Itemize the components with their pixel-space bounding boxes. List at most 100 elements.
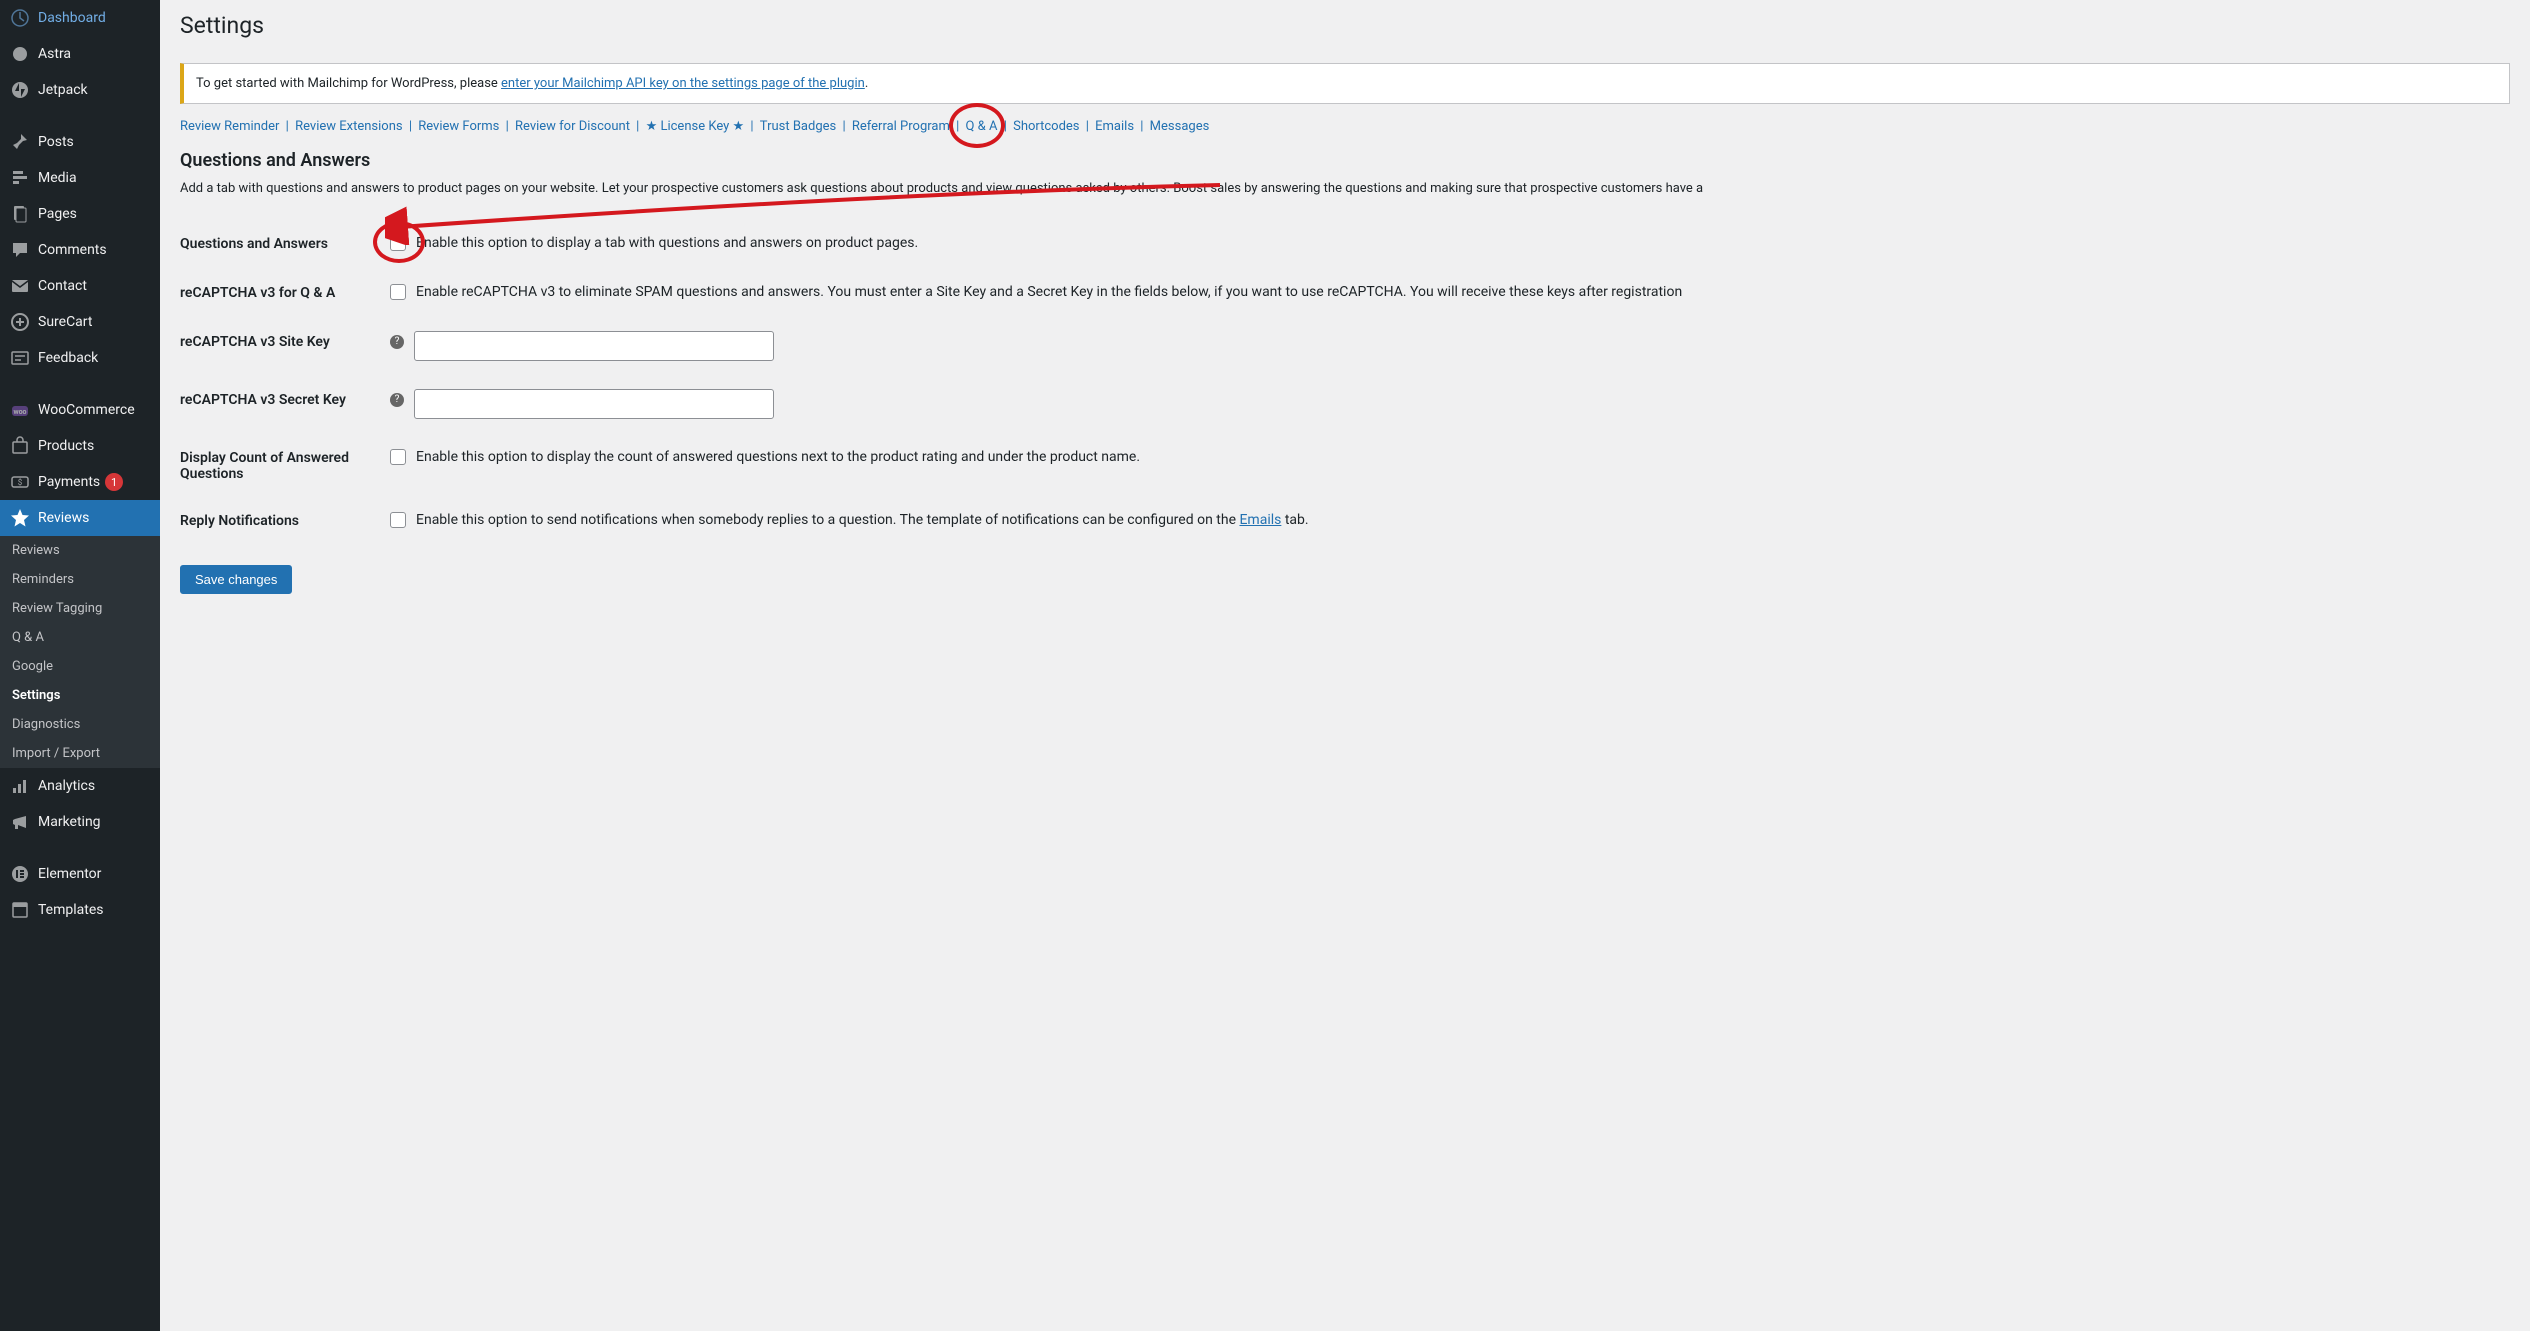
main-content: Settings To get started with Mailchimp f… [160,0,2530,1331]
row-recaptcha-site-key: reCAPTCHA v3 Site Key ? [180,317,2510,375]
sidebar-item-label: SureCart [38,314,92,330]
submenu-item-diagnostics[interactable]: Diagnostics [0,710,160,739]
section-description: Add a tab with questions and answers to … [180,179,2510,199]
jetpack-icon [10,80,30,100]
svg-text:woo: woo [13,408,26,416]
submenu-item-google[interactable]: Google [0,652,160,681]
help-icon[interactable]: ? [390,393,404,407]
tab-review-for-discount[interactable]: Review for Discount [515,119,630,134]
analytics-icon [10,776,30,796]
checkbox-recaptcha-enable[interactable] [390,284,406,300]
sidebar-item-label: Contact [38,278,87,294]
submenu-item-settings[interactable]: Settings [0,681,160,710]
envelope-icon [10,276,30,296]
settings-tabs: Review Reminder | Review Extensions | Re… [180,119,2510,134]
sidebar-item-reviews[interactable]: Reviews [0,500,160,536]
sidebar-item-posts[interactable]: Posts [0,124,160,160]
star-icon [10,508,30,528]
sidebar-item-label: Elementor [38,866,101,882]
submenu-item-review-tagging[interactable]: Review Tagging [0,594,160,623]
desc-questions-and-answers: Enable this option to display a tab with… [416,233,918,254]
label-reply-notifications: Reply Notifications [180,510,390,529]
checkbox-questions-and-answers[interactable] [390,235,406,251]
sidebar-item-contact[interactable]: Contact [0,268,160,304]
tab-review-reminder[interactable]: Review Reminder [180,119,279,134]
sidebar-item-comments[interactable]: Comments [0,232,160,268]
notice-link[interactable]: enter your Mailchimp API key on the sett… [501,76,865,91]
sidebar-item-payments[interactable]: $ Payments 1 [0,464,160,500]
input-recaptcha-site-key[interactable] [414,331,774,361]
astra-icon [10,44,30,64]
sidebar-item-astra[interactable]: Astra [0,36,160,72]
submenu-item-reviews[interactable]: Reviews [0,536,160,565]
tab-referral-program[interactable]: Referral Program [852,119,950,134]
dashboard-icon [10,8,30,28]
sidebar-item-label: Comments [38,242,107,258]
notice-text-suffix: . [865,76,868,91]
mailchimp-notice: To get started with Mailchimp for WordPr… [180,63,2510,104]
label-recaptcha-secret-key: reCAPTCHA v3 Secret Key [180,389,390,408]
notice-text-prefix: To get started with Mailchimp for WordPr… [196,76,501,91]
comments-icon [10,240,30,260]
sidebar-item-label: Jetpack [38,82,88,98]
tab-trust-badges[interactable]: Trust Badges [760,119,836,134]
sidebar-item-jetpack[interactable]: Jetpack [0,72,160,108]
feedback-icon [10,348,30,368]
help-icon[interactable]: ? [390,335,404,349]
sidebar-item-label: Marketing [38,814,101,830]
desc-recaptcha-enable: Enable reCAPTCHA v3 to eliminate SPAM qu… [416,282,1682,303]
sidebar-item-dashboard[interactable]: Dashboard [0,0,160,36]
checkbox-display-count[interactable] [390,449,406,465]
row-display-count: Display Count of Answered Questions Enab… [180,433,2510,496]
input-recaptcha-secret-key[interactable] [414,389,774,419]
label-recaptcha-site-key: reCAPTCHA v3 Site Key [180,331,390,350]
tab-review-forms[interactable]: Review Forms [418,119,499,134]
sidebar-item-woocommerce[interactable]: woo WooCommerce [0,392,160,428]
sidebar-item-analytics[interactable]: Analytics [0,768,160,804]
sidebar-item-label: WooCommerce [38,402,135,418]
sidebar-item-surecart[interactable]: SureCart [0,304,160,340]
page-title: Settings [180,0,2510,43]
label-questions-and-answers: Questions and Answers [180,233,390,252]
tab-emails[interactable]: Emails [1095,119,1134,134]
tab-license-key[interactable]: ★ License Key ★ [646,119,745,134]
tab-qna[interactable]: Q & A [966,119,998,134]
tab-review-extensions[interactable]: Review Extensions [295,119,403,134]
emails-link[interactable]: Emails [1239,512,1281,528]
sidebar-item-marketing[interactable]: Marketing [0,804,160,840]
sidebar-item-media[interactable]: Media [0,160,160,196]
checkbox-reply-notifications[interactable] [390,512,406,528]
sidebar-item-label: Media [38,170,77,186]
submenu-item-import-export[interactable]: Import / Export [0,739,160,768]
tab-messages[interactable]: Messages [1150,119,1210,134]
surecart-icon [10,312,30,332]
admin-sidebar: Dashboard Astra Jetpack Posts Media Page… [0,0,160,1331]
pages-icon [10,204,30,224]
settings-form: Questions and Answers Enable this option… [180,219,2510,545]
sidebar-item-label: Templates [38,902,104,918]
sidebar-item-label: Posts [38,134,74,150]
row-questions-and-answers: Questions and Answers Enable this option… [180,219,2510,268]
woocommerce-icon: woo [10,400,30,420]
row-reply-notifications: Reply Notifications Enable this option t… [180,496,2510,545]
sidebar-item-elementor[interactable]: Elementor [0,856,160,892]
sidebar-item-products[interactable]: Products [0,428,160,464]
submenu-item-reminders[interactable]: Reminders [0,565,160,594]
sidebar-item-label: Analytics [38,778,95,794]
reviews-submenu: Reviews Reminders Review Tagging Q & A G… [0,536,160,768]
save-button[interactable]: Save changes [180,565,292,594]
templates-icon [10,900,30,920]
sidebar-item-label: Astra [38,46,71,62]
sidebar-item-label: Products [38,438,94,454]
sidebar-item-label: Pages [38,206,77,222]
sidebar-item-feedback[interactable]: Feedback [0,340,160,376]
sidebar-item-templates[interactable]: Templates [0,892,160,928]
sidebar-item-label: Payments [38,474,100,490]
sidebar-item-pages[interactable]: Pages [0,196,160,232]
desc-reply-notifications: Enable this option to send notifications… [416,510,1309,531]
submenu-item-qna[interactable]: Q & A [0,623,160,652]
tab-shortcodes[interactable]: Shortcodes [1013,119,1079,134]
svg-text:$: $ [18,478,23,487]
sidebar-item-label: Feedback [38,350,98,366]
label-recaptcha-enable: reCAPTCHA v3 for Q & A [180,282,390,301]
